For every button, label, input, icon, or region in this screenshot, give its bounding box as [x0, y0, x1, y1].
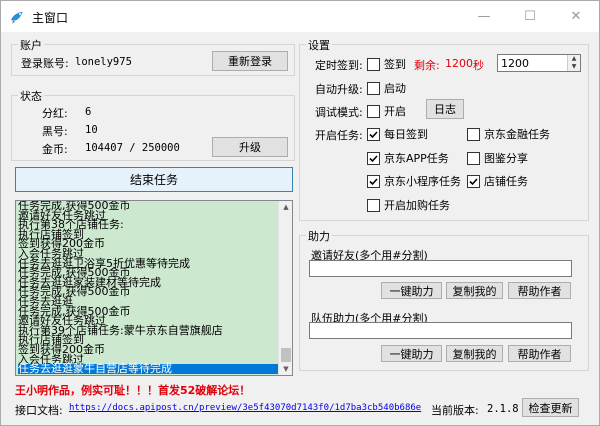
team-input[interactable]	[309, 322, 572, 339]
api-doc-label: 接口文档:	[15, 404, 63, 417]
blackno-label: 黑号:	[42, 125, 68, 138]
checkbox-box	[467, 151, 480, 165]
task-jd-finance[interactable]: 京东金融任务	[467, 126, 550, 142]
team-one-click-button[interactable]: 一键助力	[381, 345, 442, 362]
timer-checkbox[interactable]: 签到	[367, 56, 406, 72]
task-label: 开启加购任务	[384, 199, 450, 212]
close-button[interactable]: ✕	[553, 1, 599, 32]
assist-group-title: 助力	[306, 228, 332, 244]
maximize-icon: ☐	[524, 9, 536, 24]
timer-checkbox-label: 签到	[384, 58, 406, 71]
autoupgrade-checkbox-label: 启动	[384, 82, 406, 95]
main-window: 主窗口 — ☐ ✕ 账户 登录账号: lonely975 重新登录 状态 分红:…	[0, 0, 600, 426]
login-account-label: 登录账号:	[21, 57, 69, 70]
task-daily-signin[interactable]: 每日签到	[367, 126, 428, 142]
invite-input[interactable]	[309, 260, 572, 277]
scroll-up-icon[interactable]: ▲	[279, 201, 292, 213]
minimize-icon: —	[477, 9, 491, 24]
status-group-title: 状态	[18, 88, 44, 104]
login-account-value: lonely975	[75, 56, 132, 68]
api-doc-link[interactable]: https://docs.apipost.cn/preview/3e5f4307…	[69, 403, 421, 413]
dividend-value: 6	[85, 106, 92, 118]
checkbox-box	[367, 57, 380, 71]
version-label: 当前版本:	[431, 404, 479, 417]
debug-label: 调试模式:	[315, 106, 363, 119]
spin-buttons[interactable]: ▲ ▼	[567, 55, 580, 71]
log-scrollbar[interactable]: ▲ ▼	[278, 201, 292, 375]
checkbox-box	[367, 81, 380, 95]
checkbox-box	[367, 174, 380, 188]
autoupgrade-label: 自动升级:	[315, 83, 363, 96]
team-help-author-button[interactable]: 帮助作者	[508, 345, 571, 362]
task-label: 每日签到	[384, 128, 428, 141]
task-label: 京东金融任务	[484, 128, 550, 141]
checkbox-box	[367, 151, 380, 165]
minimize-button[interactable]: —	[461, 1, 507, 32]
tasks-label: 开启任务:	[315, 129, 363, 142]
relogin-button[interactable]: 重新登录	[212, 51, 288, 71]
log-lines: 任务完成,获得500金币 邀请好友任务跳过 执行第38个店铺任务: 执行店铺签到 签到获…	[18, 201, 280, 375]
gold-label: 金币:	[42, 143, 68, 156]
invite-help-author-button[interactable]: 帮助作者	[508, 282, 571, 299]
close-icon: ✕	[570, 9, 582, 24]
task-illustration-share[interactable]: 图鉴分享	[467, 150, 528, 166]
autoupgrade-checkbox[interactable]: 启动	[367, 80, 406, 96]
check-icon	[469, 177, 478, 185]
dividend-label: 分红:	[42, 107, 68, 120]
end-task-button[interactable]: 结束任务	[15, 167, 293, 192]
settings-group-title: 设置	[306, 37, 332, 53]
checkbox-box	[367, 104, 380, 118]
version-value: 2.1.8	[487, 403, 519, 415]
debug-checkbox[interactable]: 开启	[367, 103, 406, 119]
check-icon	[369, 154, 378, 162]
task-jd-app[interactable]: 京东APP任务	[367, 150, 449, 166]
account-group-title: 账户	[18, 37, 44, 53]
task-label: 店铺任务	[484, 175, 528, 188]
window-title: 主窗口	[32, 11, 69, 25]
checkbox-box	[467, 174, 480, 188]
spin-down-icon[interactable]: ▼	[568, 63, 580, 71]
promo-text: 王小明作品，例实可耻！！！首发52破解论坛！	[15, 384, 251, 397]
log-list[interactable]: 任务完成,获得500金币 邀请好友任务跳过 执行第38个店铺任务: 执行店铺签到 签到获…	[15, 200, 293, 376]
upgrade-button[interactable]: 升级	[212, 137, 288, 157]
log-line[interactable]: 任务去逛逛蒙牛自营店等待完成	[18, 363, 280, 374]
title-bar: 主窗口 — ☐ ✕	[1, 1, 599, 32]
remaining-unit: 秒	[473, 59, 484, 72]
task-label: 图鉴分享	[484, 152, 528, 165]
checkbox-box	[367, 127, 380, 141]
check-icon	[369, 177, 378, 185]
timer-seconds-input[interactable]: 1200 ▲ ▼	[497, 54, 581, 72]
timer-label: 定时签到:	[315, 59, 363, 72]
task-label: 京东小程序任务	[384, 175, 461, 188]
task-shop[interactable]: 店铺任务	[467, 173, 528, 189]
checkbox-box	[467, 127, 480, 141]
scrollbar-thumb[interactable]	[281, 348, 291, 362]
app-bird-icon	[11, 12, 23, 24]
check-icon	[369, 130, 378, 138]
remaining-value: 1200	[445, 57, 473, 70]
check-update-button[interactable]: 检查更新	[522, 398, 579, 417]
invite-copy-mine-button[interactable]: 复制我的	[446, 282, 503, 299]
team-copy-mine-button[interactable]: 复制我的	[446, 345, 503, 362]
task-jd-miniprogram[interactable]: 京东小程序任务	[367, 173, 461, 189]
gold-value: 104407 / 250000	[85, 142, 180, 154]
invite-one-click-button[interactable]: 一键助力	[381, 282, 442, 299]
scroll-down-icon[interactable]: ▼	[279, 363, 292, 375]
maximize-button[interactable]: ☐	[507, 1, 553, 32]
blackno-value: 10	[85, 124, 98, 136]
timer-seconds-value: 1200	[501, 57, 529, 70]
checkbox-box	[367, 198, 380, 212]
task-add-to-cart[interactable]: 开启加购任务	[367, 197, 450, 213]
spin-up-icon[interactable]: ▲	[568, 55, 580, 63]
remaining-label: 剩余:	[414, 59, 440, 72]
log-button[interactable]: 日志	[426, 99, 464, 119]
task-label: 京东APP任务	[384, 152, 449, 165]
debug-checkbox-label: 开启	[384, 105, 406, 118]
